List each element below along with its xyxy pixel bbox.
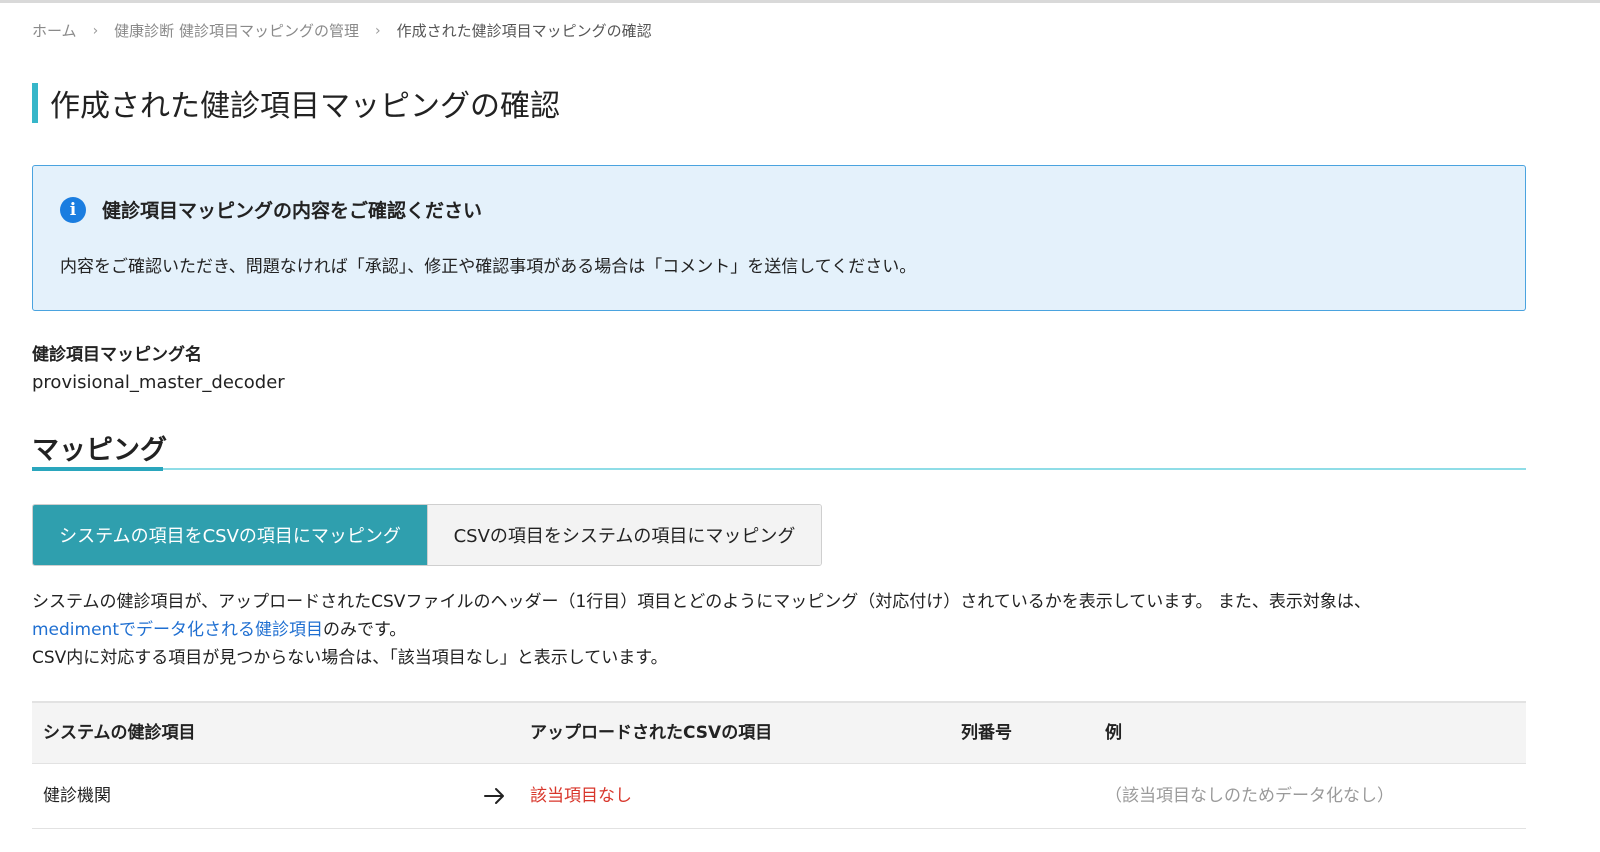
page-header: 作成された健診項目マッピングの確認 xyxy=(32,82,560,124)
csv-to-system-button[interactable]: CSVの項目をシステムの項目にマッピング xyxy=(427,505,821,565)
column-header-column-number: 列番号 xyxy=(961,723,1012,743)
chevron-right-icon: › xyxy=(92,22,99,39)
page-title: 作成された健診項目マッピングの確認 xyxy=(50,89,560,124)
arrow-right-icon xyxy=(484,788,504,804)
title-accent-bar xyxy=(32,83,38,123)
description-line-3: CSV内に対応する項目が見つからない場合は、「該当項目なし」と表示しています。 xyxy=(32,648,668,668)
description-line-1: システムの健診項目が、アップロードされたCSVファイルのヘッダー（1行目）項目と… xyxy=(32,592,1371,612)
cell-system-item: 健診機関 xyxy=(43,786,111,806)
chevron-right-icon: › xyxy=(374,22,381,39)
column-header-example: 例 xyxy=(1105,723,1122,743)
breadcrumb: ホーム › 健康診断 健診項目マッピングの管理 › 作成された健診項目マッピング… xyxy=(32,20,652,41)
breadcrumb-mapping-management-link[interactable]: 健康診断 健診項目マッピングの管理 xyxy=(114,20,359,41)
mapping-description: システムの健診項目が、アップロードされたCSVファイルのヘッダー（1行目）項目と… xyxy=(32,588,1526,672)
system-to-csv-button[interactable]: システムの項目をCSVの項目にマッピング xyxy=(33,505,427,565)
mapping-table: システムの健診項目 アップロードされたCSVの項目 列番号 例 健診機関 該当項… xyxy=(32,701,1526,829)
column-header-csv-item: アップロードされたCSVの項目 xyxy=(530,723,773,743)
section-title-mapping: マッピング xyxy=(32,435,167,466)
info-icon: i xyxy=(60,196,86,223)
cell-example: （該当項目なしのためデータ化なし） xyxy=(1105,786,1394,806)
breadcrumb-home-link[interactable]: ホーム xyxy=(32,20,77,41)
description-line-2: medimentでデータ化される健診項目のみです。 xyxy=(32,616,1526,644)
column-header-system-item: システムの健診項目 xyxy=(43,723,196,743)
mediment-items-link[interactable]: medimentでデータ化される健診項目 xyxy=(32,620,323,640)
breadcrumb-current: 作成された健診項目マッピングの確認 xyxy=(396,22,652,40)
table-header-row: システムの健診項目 アップロードされたCSVの項目 列番号 例 xyxy=(32,703,1526,764)
mapping-name-value: provisional_master_decoder xyxy=(32,372,285,393)
info-alert-header: i 健診項目マッピングの内容をご確認ください xyxy=(60,196,482,223)
mapping-direction-toggle: システムの項目をCSVの項目にマッピング CSVの項目をシステムの項目にマッピン… xyxy=(32,504,822,566)
mapping-name-label: 健診項目マッピング名 xyxy=(32,345,202,365)
cell-csv-item: 該当項目なし xyxy=(530,786,632,806)
table-row: 健診機関 該当項目なし （該当項目なしのためデータ化なし） xyxy=(32,764,1526,829)
description-line-2-suffix: のみです。 xyxy=(323,620,407,640)
info-alert-text: 内容をご確認いただき、問題なければ「承認」、修正や確認事項がある場合は「コメント… xyxy=(60,257,917,277)
top-border xyxy=(0,0,1600,3)
info-alert-title: 健診項目マッピングの内容をご確認ください xyxy=(102,200,483,222)
section-divider-accent xyxy=(32,467,163,471)
section-divider xyxy=(32,468,1526,470)
info-alert: i 健診項目マッピングの内容をご確認ください 内容をご確認いただき、問題なければ… xyxy=(32,165,1526,311)
